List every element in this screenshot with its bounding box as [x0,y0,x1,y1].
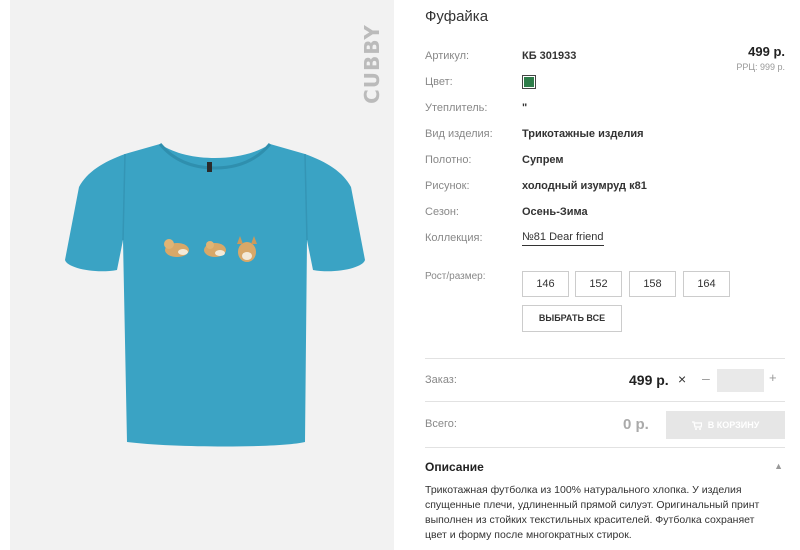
attr-label: Рисунок: [425,180,470,192]
size-button-146[interactable]: 146 [522,271,569,297]
attr-value: " [522,102,528,114]
attr-row-season: Сезон: Осень-Зима [425,203,785,221]
attr-value: Осень-Зима [522,206,588,218]
quantity-input[interactable] [717,369,764,392]
size-label: Рост/размер: [425,271,486,282]
product-rrp: РРЦ: 999 р. [736,62,785,72]
add-to-cart-label: В КОРЗИНУ [707,419,760,430]
size-button-164[interactable]: 164 [683,271,730,297]
order-price: 499 р. [629,372,669,388]
size-button-158[interactable]: 158 [629,271,676,297]
decrement-button[interactable]: – [702,370,710,386]
size-button-152[interactable]: 152 [575,271,622,297]
attr-row-sku: Артикул: КБ 301933 [425,47,785,65]
product-title: Фуфайка [425,8,489,25]
attr-label: Сезон: [425,206,459,218]
attr-label: Утеплитель: [425,102,488,114]
attr-row-type: Вид изделия: Трикотажные изделия [425,125,785,143]
multiply-icon: × [678,371,687,387]
divider [425,358,785,359]
attr-label: Коллекция: [425,232,483,244]
attr-label: Артикул: [425,50,470,62]
collapse-caret-icon[interactable]: ▲ [774,461,783,471]
color-swatch[interactable] [522,75,536,89]
attr-label: Полотно: [425,154,472,166]
attr-value: холодный изумруд к81 [522,180,647,192]
divider [425,447,785,448]
divider [425,401,785,402]
product-info: Фуфайка Артикул: КБ 301933 499 р. РРЦ: 9… [425,0,785,550]
increment-button[interactable]: + [769,370,777,385]
description-title[interactable]: Описание [425,460,484,474]
product-gallery: CUBBY [10,0,394,550]
attr-value: КБ 301933 [522,50,577,62]
attr-row-print: Рисунок: холодный изумруд к81 [425,177,785,195]
attr-row-color: Цвет: [425,73,785,91]
cart-icon [691,421,702,431]
attr-row-insulation: Утеплитель: " [425,99,785,117]
brand-logo: CUBBY [358,18,386,110]
order-label: Заказ: [425,374,457,386]
product-price: 499 р. [748,44,785,59]
total-value: 0 р. [623,416,649,433]
brand-name: CUBBY [360,24,384,104]
add-to-cart-button[interactable]: В КОРЗИНУ [666,411,785,439]
attr-value: Трикотажные изделия [522,128,644,140]
description-text: Трикотажная футболка из 100% натуральног… [425,484,760,541]
total-label: Всего: [425,418,457,430]
product-image[interactable] [65,132,365,450]
attr-row-collection: Коллекция: №81 Dear friend [425,229,785,247]
collection-link[interactable]: №81 Dear friend [522,229,604,246]
attr-label: Вид изделия: [425,128,493,140]
attr-label: Цвет: [425,76,453,88]
attr-row-fabric: Полотно: Супрем [425,151,785,169]
attr-value: Супрем [522,154,564,166]
select-all-button[interactable]: ВЫБРАТЬ ВСЕ [522,305,622,332]
